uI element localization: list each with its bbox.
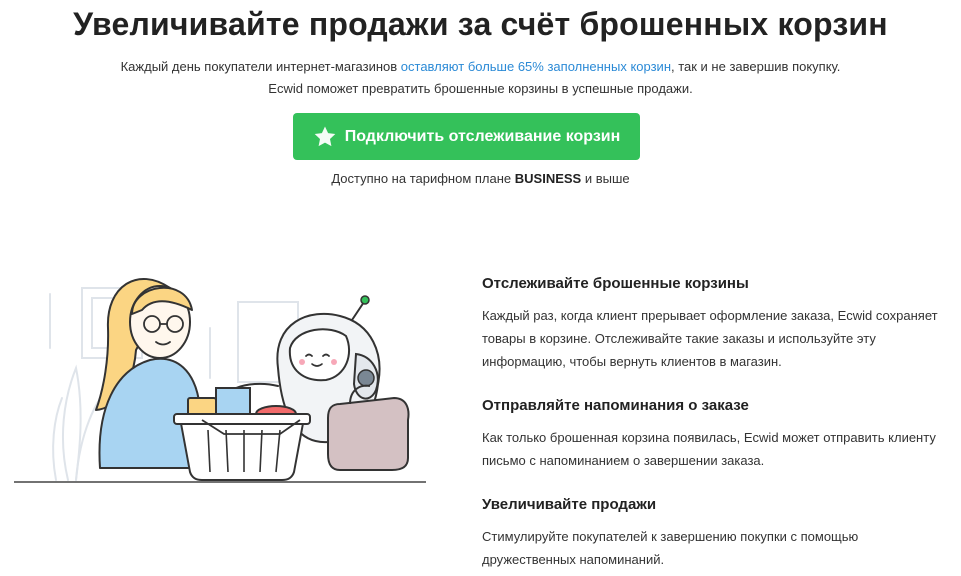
enable-cart-tracking-button[interactable]: Подключить отслеживание корзин <box>293 113 640 160</box>
plan-availability: Доступно на тарифном плане BUSINESS и вы… <box>331 171 630 186</box>
feature-text: Стимулируйте покупателей к завершению по… <box>482 529 859 567</box>
star-icon <box>313 125 337 149</box>
feature-title: Отслеживайте брошенные корзины <box>482 275 749 292</box>
feature-title: Увеличивайте продажи <box>482 496 657 513</box>
intro-text: Каждый день покупатели интернет-магазино… <box>0 56 961 100</box>
intro-line-1: Каждый день покупатели интернет-магазино… <box>120 59 841 74</box>
feature-title: Отправляйте напоминания о заказе <box>482 397 749 414</box>
feature-text: Как только брошенная корзина появилась, … <box>482 430 936 468</box>
feature-send-reminders: Отправляйте напоминания о заказе Как тол… <box>482 397 952 472</box>
feature-increase-sales: Увеличивайте продажи Стимулируйте покупа… <box>482 496 952 571</box>
shopper-robot-cart-illustration <box>14 277 426 483</box>
plan-name: BUSINESS <box>514 171 582 186</box>
feature-text: Каждый раз, когда клиент прерывает оформ… <box>482 308 938 369</box>
intro-line-2: Ecwid поможет превратить брошенные корзи… <box>268 81 693 96</box>
feature-track-carts: Отслеживайте брошенные корзины Каждый ра… <box>482 275 952 373</box>
stats-link[interactable]: оставляют больше 65% заполненных корзин <box>401 59 671 74</box>
cta-label: Подключить отслеживание корзин <box>344 127 621 145</box>
page-title: Увеличивайте продажи за счёт брошенных к… <box>73 6 888 42</box>
